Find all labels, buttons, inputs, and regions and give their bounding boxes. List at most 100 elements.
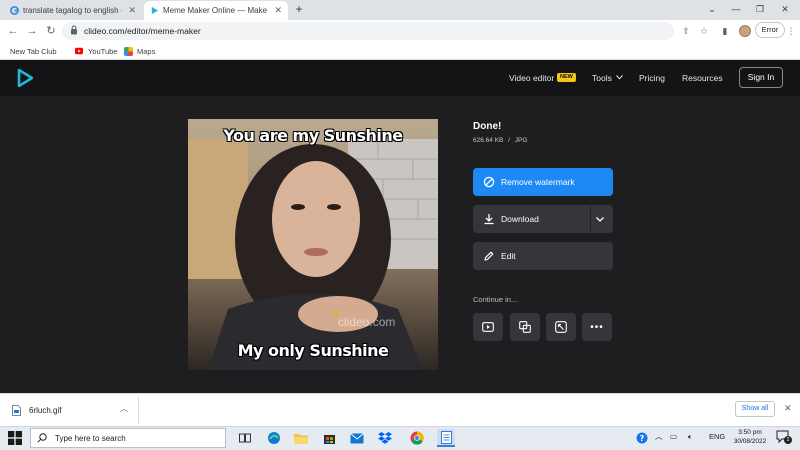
tab-search-chevron-icon[interactable]: ⌄ <box>702 2 722 16</box>
notification-count: 2 <box>784 436 792 444</box>
bookmark-star-icon[interactable]: ☆ <box>697 24 711 38</box>
language-indicator[interactable]: ENG <box>709 431 725 443</box>
svg-text:?: ? <box>640 434 645 443</box>
overlay-icon <box>519 321 531 333</box>
download-label: Download <box>501 214 539 224</box>
close-shelf-icon[interactable]: ✕ <box>784 403 792 414</box>
meme-bottom-text: My only Sunshine <box>237 341 389 360</box>
chrome-icon[interactable] <box>408 429 426 447</box>
tab-title: translate tagalog to english - Go <box>23 6 122 15</box>
reload-icon[interactable]: ↻ <box>44 24 58 38</box>
clideo-logo[interactable] <box>17 69 33 87</box>
notepad-icon[interactable] <box>437 429 455 447</box>
profile-avatar[interactable] <box>739 25 751 37</box>
new-badge: NEW <box>557 73 576 82</box>
sign-in-button[interactable]: Sign In <box>739 67 783 88</box>
share-icon[interactable]: ⇪ <box>679 24 693 38</box>
resize-icon <box>555 321 567 333</box>
file-type: JPG <box>514 137 528 144</box>
continue-in-label: Continue in... <box>473 295 518 304</box>
shelf-divider <box>138 396 139 424</box>
close-window-icon[interactable]: ✕ <box>775 2 795 16</box>
task-view-icon[interactable] <box>236 429 254 447</box>
download-item-chevron-icon[interactable]: ︿ <box>120 403 128 414</box>
mail-icon[interactable] <box>348 429 366 447</box>
network-icon[interactable]: ▭ <box>670 431 677 443</box>
remove-watermark-label: Remove watermark <box>501 177 575 187</box>
system-clock[interactable]: 3:50 pm 30/08/2022 <box>728 428 772 446</box>
download-split-divider <box>590 206 591 232</box>
lock-icon[interactable] <box>70 25 78 35</box>
downloaded-filename: 6rluch.gif <box>29 405 62 415</box>
file-info-separator: / <box>508 137 510 144</box>
continue-merge-button[interactable] <box>510 313 540 341</box>
continue-crop-button[interactable] <box>546 313 576 341</box>
windows-start-icon[interactable] <box>8 431 22 445</box>
taskbar-search-input[interactable]: Type here to search <box>30 428 226 448</box>
video-icon <box>482 322 494 332</box>
bookmark-youtube[interactable]: YouTube <box>74 44 117 58</box>
site-header <box>0 60 800 96</box>
search-placeholder: Type here to search <box>55 433 126 443</box>
no-watermark-icon <box>483 176 495 188</box>
google-icon <box>10 6 19 15</box>
tray-overflow-chevron-icon[interactable]: ︿ <box>655 431 663 443</box>
meme-preview: You are my Sunshine clideo.com My only S… <box>188 119 438 370</box>
microsoft-store-icon[interactable] <box>320 429 338 447</box>
download-options-chevron-icon[interactable] <box>594 213 606 225</box>
bookmark-label: YouTube <box>88 46 118 56</box>
done-title: Done! <box>473 121 502 132</box>
edit-label: Edit <box>501 251 516 261</box>
minimize-icon[interactable]: — <box>726 2 746 16</box>
more-icon: ••• <box>590 321 604 333</box>
download-button[interactable]: Download <box>473 205 613 233</box>
edge-icon[interactable] <box>265 429 283 447</box>
download-icon <box>484 214 494 225</box>
tab-close-icon[interactable]: ✕ <box>128 5 136 16</box>
tab-google-translate[interactable]: translate tagalog to english - Go ✕ <box>4 1 142 20</box>
nav-video-editor[interactable]: Video editor <box>509 72 554 84</box>
nav-pricing[interactable]: Pricing <box>639 72 665 84</box>
bookmark-maps[interactable]: Maps <box>124 44 155 58</box>
downloaded-file-item[interactable]: 6rluch.gif <box>12 403 61 417</box>
maps-icon <box>124 46 133 56</box>
edit-button[interactable]: Edit <box>473 242 613 270</box>
tab-meme-maker[interactable]: Meme Maker Online — Make Yo ✕ <box>144 1 288 20</box>
search-icon <box>37 433 47 443</box>
nav-tools[interactable]: Tools <box>592 72 612 84</box>
new-tab-button[interactable]: + <box>292 2 306 16</box>
volume-icon[interactable]: 🔈︎ <box>688 431 693 443</box>
back-icon[interactable]: ← <box>6 24 20 38</box>
remove-watermark-button[interactable]: Remove watermark <box>473 168 613 196</box>
continue-more-button[interactable]: ••• <box>582 313 612 341</box>
browser-menu-icon[interactable]: ⋮ <box>786 24 796 38</box>
maximize-icon[interactable]: ❐ <box>750 2 770 16</box>
show-all-button[interactable]: Show all <box>735 401 775 417</box>
file-info: 626.64 KB / JPG <box>473 137 527 144</box>
youtube-icon <box>75 47 83 55</box>
notification-center-icon[interactable]: 2 <box>776 430 792 444</box>
bookmark-new-tab-club[interactable]: New Tab Club <box>10 44 57 58</box>
url-text[interactable]: clideo.com/editor/meme-maker <box>84 25 201 37</box>
clock-date: 30/08/2022 <box>733 438 767 445</box>
dropbox-icon[interactable] <box>376 429 394 447</box>
meme-top-text: You are my Sunshine <box>223 126 403 145</box>
tab-close-icon[interactable]: ✕ <box>274 5 282 16</box>
file-size: 626.64 KB <box>473 137 504 144</box>
tab-title: Meme Maker Online — Make Yo <box>163 6 269 15</box>
nav-resources[interactable]: Resources <box>682 72 723 84</box>
continue-video-editor-button[interactable] <box>473 313 503 341</box>
clock-time: 3:50 pm <box>738 429 762 436</box>
file-icon <box>12 404 21 416</box>
help-icon[interactable]: ? <box>633 429 651 447</box>
forward-icon[interactable]: → <box>25 24 39 38</box>
clideo-icon <box>151 6 159 15</box>
file-explorer-icon[interactable] <box>292 429 310 447</box>
watermark-text: clideo.com <box>338 315 396 329</box>
pencil-icon <box>484 251 494 261</box>
error-button[interactable]: Error <box>755 22 785 38</box>
chevron-down-icon[interactable] <box>616 75 623 80</box>
side-panel-icon[interactable]: ▮ <box>718 24 732 38</box>
meme-photo-illustration <box>188 139 438 370</box>
bookmark-label: Maps <box>137 46 156 56</box>
